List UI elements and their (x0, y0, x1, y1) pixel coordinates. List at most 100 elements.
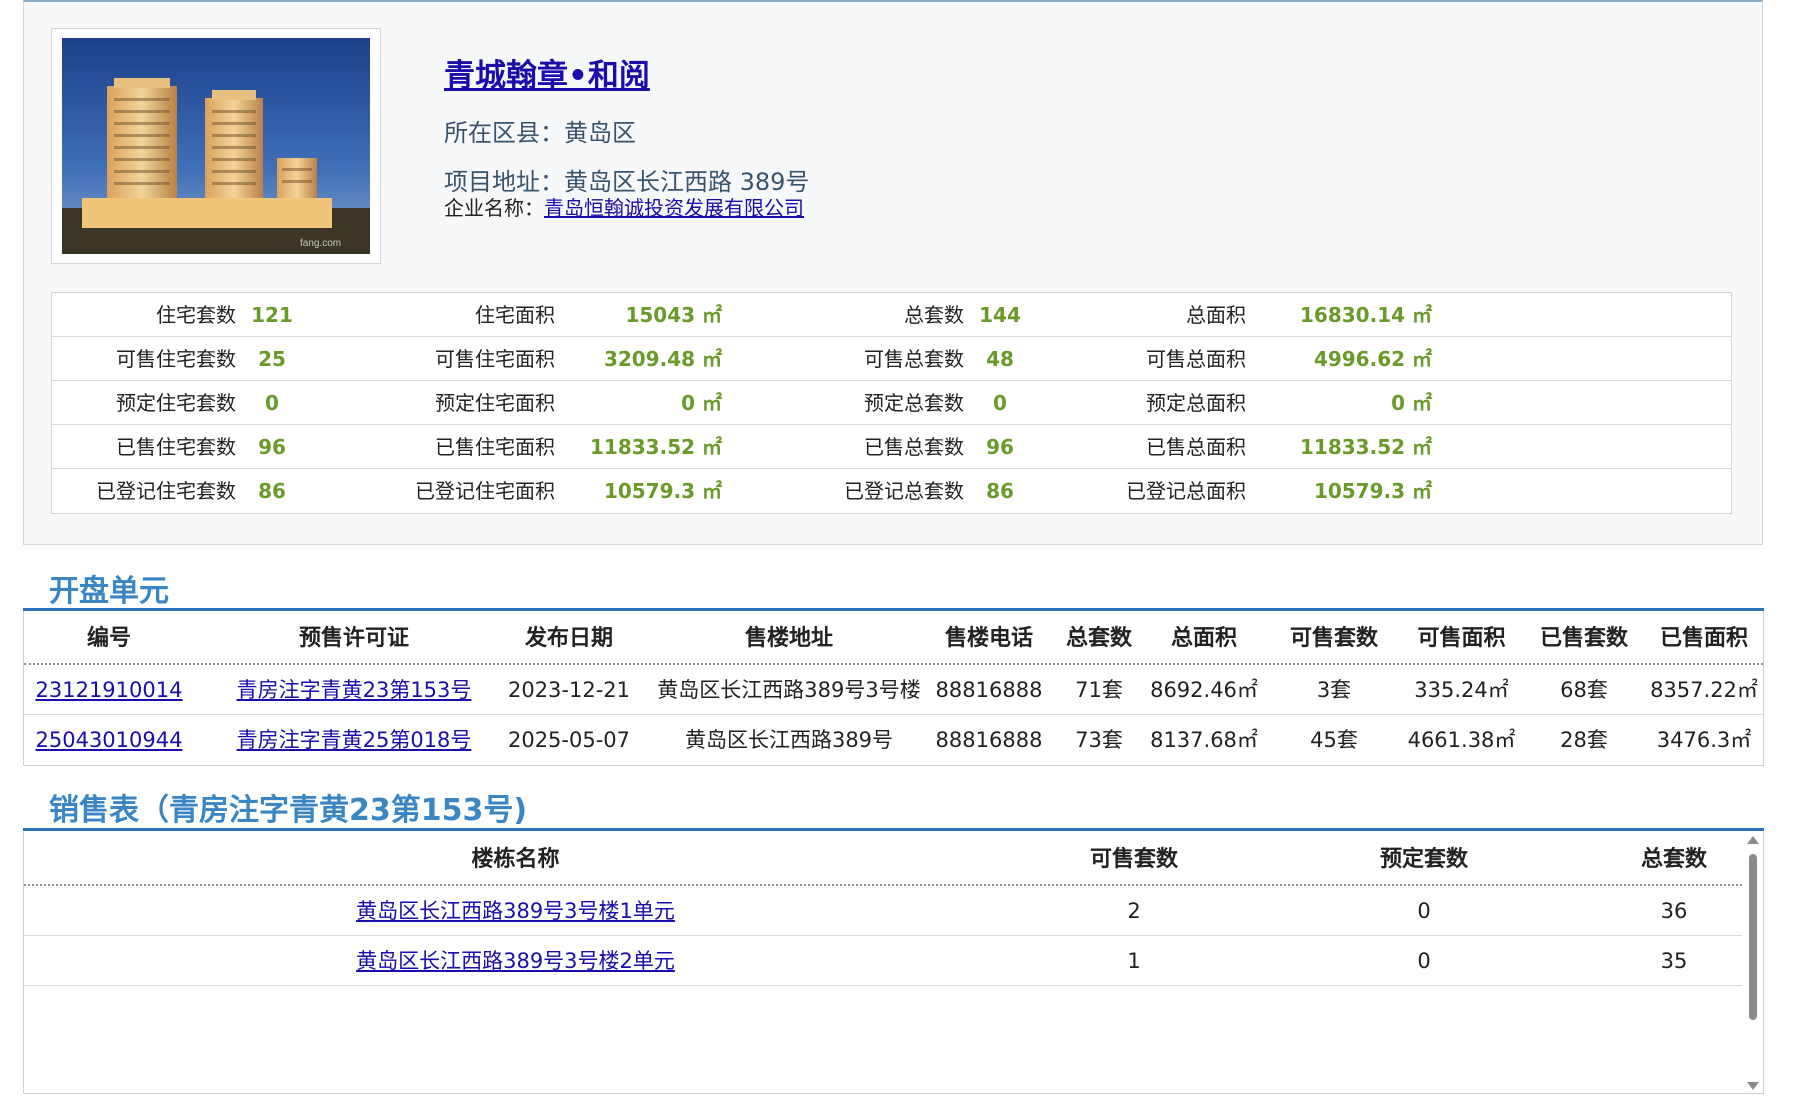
stat-value: 48 (986, 347, 1014, 371)
sales-scrollbar[interactable] (1743, 832, 1763, 1093)
units-column-header: 已售套数 (1539, 625, 1628, 651)
sales-cell: 0 (1417, 949, 1431, 973)
table-row: 黄岛区长江西路389号3号楼1单元 2 0 36 (24, 886, 1742, 936)
units-cell: 88816888 (935, 678, 1043, 702)
stat-value: 25 (258, 347, 286, 371)
units-cell: 青房注字青黄25第018号 (204, 715, 504, 765)
stat-value: 96 (986, 435, 1014, 459)
stats-row: 已登记住宅套数 86 已登记住宅面积 10579.3 ㎡ 已登记总套数 86 已登记总面积 1… (52, 469, 1731, 513)
units-cell: 73套 (1075, 728, 1123, 752)
sales-section-rule (23, 828, 1764, 831)
units-cell: 88816888 (935, 728, 1043, 752)
units-cell: 2023-12-21 (507, 678, 631, 702)
district-line: 所在区县：黄岛区 (444, 119, 636, 147)
stat-label: 已登记住宅面积 (415, 479, 555, 503)
sales-column-header: 楼栋名称 (471, 846, 560, 872)
sales-cell: 黄岛区长江西路389号3号楼2单元 (24, 936, 1007, 986)
units-column-header: 总面积 (1170, 625, 1237, 651)
scroll-up-icon[interactable] (1747, 836, 1759, 844)
units-cell: 45套 (1310, 728, 1358, 752)
sales-cell: 0 (1417, 899, 1431, 923)
units-cell: 4661.38㎡ (1407, 728, 1516, 752)
units-cell: 8137.68㎡ (1150, 728, 1258, 752)
units-cell: 335.24㎡ (1414, 678, 1509, 702)
scroll-thumb[interactable] (1749, 854, 1757, 1020)
stat-value: 96 (258, 435, 286, 459)
units-column-header: 预售许可证 (298, 625, 409, 651)
units-cell: 25043010944 (24, 715, 194, 765)
stat-label: 可售住宅套数 (116, 347, 236, 371)
permit-link[interactable]: 青房注字青黄23第153号 (237, 678, 472, 702)
project-photo[interactable]: fang.com (62, 38, 370, 254)
units-cell: 黄岛区长江西路389号3号楼 (657, 678, 921, 702)
units-cell: 28套 (1560, 728, 1608, 752)
units-cell: 71套 (1075, 678, 1123, 702)
stat-label: 可售总面积 (1146, 347, 1246, 371)
units-column-header: 编号 (86, 625, 131, 651)
stats-row: 住宅套数 121 住宅面积 15043 ㎡ 总套数 144 总面积 16830.14 ㎡ (52, 293, 1731, 337)
stats-row: 已售住宅套数 96 已售住宅面积 11833.52 ㎡ 已售总套数 96 已售总面积 1183… (52, 425, 1731, 469)
units-cell: 8357.22㎡ (1650, 678, 1758, 702)
sales-cell: 35 (1660, 949, 1688, 973)
building-unit-link[interactable]: 黄岛区长江西路389号3号楼2单元 (356, 949, 675, 973)
sales-cell: 黄岛区长江西路389号3号楼1单元 (24, 886, 1007, 936)
table-row: 黄岛区长江西路389号3号楼2单元 1 0 35 (24, 936, 1742, 986)
sales-table: 楼栋名称 可售套数 预定套数 总套数 黄岛区长江西路389号3号楼1单元 2 0 36 黄岛区… (23, 832, 1764, 1094)
sales-cell: 36 (1660, 899, 1688, 923)
stat-value: 16830.14 ㎡ (1300, 303, 1432, 327)
stat-value: 0 (993, 391, 1007, 415)
units-column-header: 售楼地址 (744, 625, 833, 651)
units-cell: 8692.46㎡ (1150, 678, 1258, 702)
project-title-link[interactable]: 青城翰章•和阅 (444, 50, 650, 95)
stat-label: 总套数 (904, 303, 964, 327)
stat-value: 15043 ㎡ (625, 303, 722, 327)
stat-label: 住宅套数 (156, 303, 236, 327)
stat-label: 预定总套数 (864, 391, 964, 415)
permit-link[interactable]: 青房注字青黄25第018号 (237, 728, 472, 752)
stat-value: 144 (979, 303, 1021, 327)
company-name-link[interactable]: 青岛恒翰诚投资发展有限公司 (544, 196, 804, 220)
stat-value: 0 ㎡ (1391, 391, 1432, 415)
units-column-header: 售楼电话 (944, 625, 1033, 651)
stats-table: 住宅套数 121 住宅面积 15043 ㎡ 总套数 144 总面积 16830.14 ㎡可售住… (51, 292, 1732, 514)
svg-text:fang.com: fang.com (300, 238, 341, 249)
stat-label: 已登记总套数 (844, 479, 964, 503)
stat-label: 已售总面积 (1146, 435, 1246, 459)
stat-label: 住宅面积 (475, 303, 555, 327)
unit-id-link[interactable]: 23121910014 (36, 678, 183, 702)
stat-label: 总面积 (1186, 303, 1246, 327)
sales-table-header: 楼栋名称 可售套数 预定套数 总套数 (24, 832, 1742, 886)
project-info-panel: fang.com 青城翰章•和阅 所在区县：黄岛区 项目地址：黄岛区长江西路 3… (23, 0, 1763, 545)
building-photo-image: fang.com (62, 38, 370, 254)
sales-cell: 2 (1127, 899, 1141, 923)
units-cell: 黄岛区长江西路389号 (684, 728, 894, 752)
units-column-header: 已售面积 (1659, 625, 1748, 651)
units-column-header: 可售套数 (1289, 625, 1378, 651)
units-cell: 3476.3㎡ (1656, 728, 1752, 752)
stat-label: 预定住宅套数 (116, 391, 236, 415)
unit-id-link[interactable]: 25043010944 (36, 728, 183, 752)
stat-value: 0 (265, 391, 279, 415)
units-section-title: 开盘单元 (49, 574, 169, 609)
scroll-down-icon[interactable] (1747, 1082, 1759, 1090)
sales-section-title: 销售表（青房注字青黄23第153号) (49, 793, 528, 828)
company-label: 企业名称： (444, 196, 544, 220)
stat-label: 可售住宅面积 (435, 347, 555, 371)
table-row: 25043010944 青房注字青黄25第018号 2025-05-07 黄岛区长江西… (24, 715, 1763, 765)
table-row: 23121910014 青房注字青黄23第153号 2023-12-21 黄岛区长江西… (24, 665, 1763, 715)
units-column-header: 可售面积 (1417, 625, 1506, 651)
stat-label: 已售住宅套数 (116, 435, 236, 459)
stat-value: 11833.52 ㎡ (1300, 435, 1432, 459)
stat-label: 已登记住宅套数 (96, 479, 236, 503)
building-unit-link[interactable]: 黄岛区长江西路389号3号楼1单元 (356, 899, 675, 923)
stat-label: 预定总面积 (1146, 391, 1246, 415)
sales-column-header: 可售套数 (1089, 846, 1178, 872)
sales-column-header: 总套数 (1640, 846, 1707, 872)
sales-column-header: 预定套数 (1379, 846, 1468, 872)
units-table: 编号 预售许可证 发布日期 售楼地址 售楼电话 总套数 总面积 可售套数 可售面积 已售套数 已售面… (23, 611, 1764, 766)
units-cell: 2025-05-07 (507, 728, 631, 752)
stat-value: 4996.62 ㎡ (1313, 347, 1432, 371)
project-photo-frame: fang.com (51, 28, 381, 264)
stat-value: 0 ㎡ (681, 391, 722, 415)
stat-label: 已售住宅面积 (435, 435, 555, 459)
